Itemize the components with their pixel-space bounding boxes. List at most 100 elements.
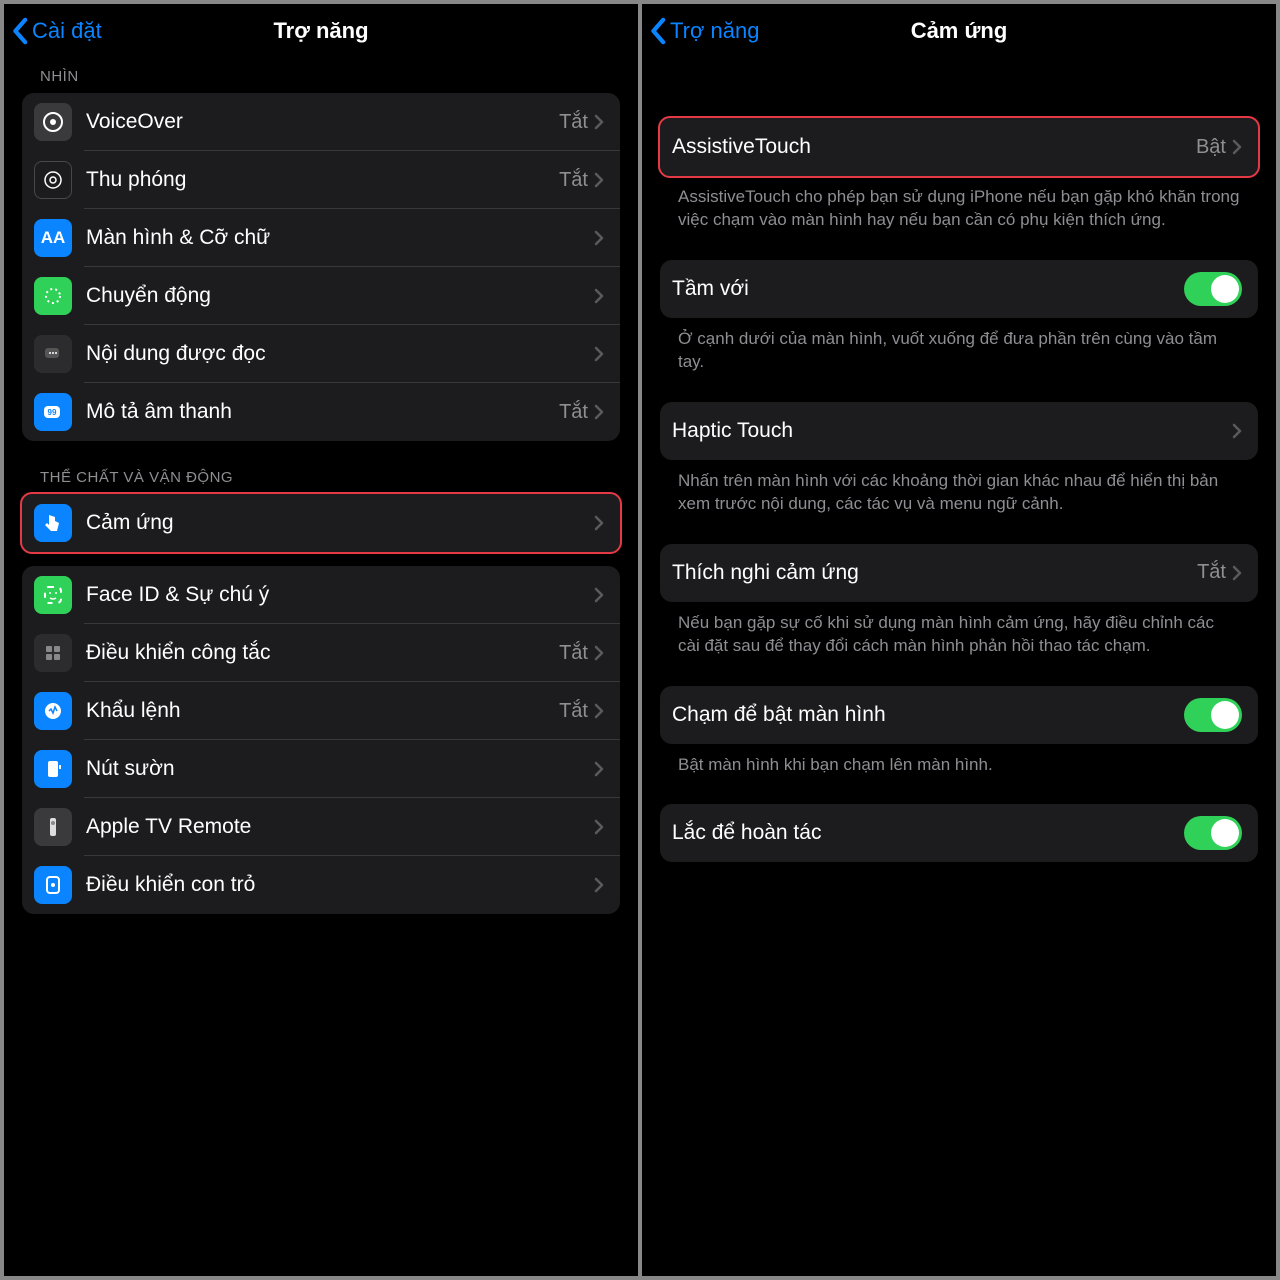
row-sidebutton[interactable]: Nút sườn <box>22 740 620 798</box>
shake-group: Lắc để hoàn tác <box>660 804 1258 862</box>
chevron-right-icon <box>1232 139 1242 155</box>
chevron-right-icon <box>1232 565 1242 581</box>
audio-description-icon: 99 <box>34 393 72 431</box>
tapwake-toggle[interactable] <box>1184 698 1242 732</box>
row-switch[interactable]: Điều khiển công tắc Tắt <box>22 624 620 682</box>
row-label: Thu phóng <box>86 168 559 192</box>
physical-group: Face ID & Sự chú ý Điều khiển công tắc T… <box>22 566 620 914</box>
chevron-right-icon <box>594 819 604 835</box>
row-value: Bật <box>1196 136 1226 159</box>
row-voiceover[interactable]: VoiceOver Tắt <box>22 93 620 151</box>
row-value: Tắt <box>559 401 588 424</box>
spoken-icon <box>34 335 72 373</box>
row-display[interactable]: AA Màn hình & Cỡ chữ <box>22 209 620 267</box>
faceid-icon <box>34 576 72 614</box>
back-button[interactable]: Cài đặt <box>12 17 102 45</box>
row-label: Điều khiển công tắc <box>86 641 559 665</box>
row-label: Màn hình & Cỡ chữ <box>86 226 594 250</box>
row-voicecontrol[interactable]: Khẩu lệnh Tắt <box>22 682 620 740</box>
display-icon: AA <box>34 219 72 257</box>
nav-bar: Cài đặt Trợ năng <box>4 4 638 58</box>
row-label: Apple TV Remote <box>86 815 594 839</box>
row-label: AssistiveTouch <box>672 135 1196 159</box>
zoom-icon <box>34 161 72 199</box>
chevron-right-icon <box>594 288 604 304</box>
back-label: Cài đặt <box>32 18 102 44</box>
accommodations-description: Nếu bạn gặp sự cố khi sử dụng màn hình c… <box>660 602 1258 658</box>
row-pointer[interactable]: Điều khiển con trỏ <box>22 856 620 914</box>
touch-icon <box>34 504 72 542</box>
scroll-content[interactable]: AssistiveTouch Bật AssistiveTouch cho ph… <box>642 58 1276 1276</box>
assistivetouch-group-highlighted: AssistiveTouch Bật <box>658 116 1260 178</box>
row-value: Tắt <box>559 111 588 134</box>
chevron-right-icon <box>594 645 604 661</box>
row-label: Lắc để hoàn tác <box>672 821 1184 845</box>
row-accommodations[interactable]: Thích nghi cảm ứng Tắt <box>660 544 1258 602</box>
appletv-remote-icon <box>34 808 72 846</box>
row-assistivetouch[interactable]: AssistiveTouch Bật <box>660 118 1258 176</box>
chevron-right-icon <box>594 761 604 777</box>
row-audiodesc[interactable]: 99 Mô tả âm thanh Tắt <box>22 383 620 441</box>
reachability-toggle[interactable] <box>1184 272 1242 306</box>
row-value: Tắt <box>559 169 588 192</box>
row-label: Thích nghi cảm ứng <box>672 561 1197 585</box>
row-label: Điều khiển con trỏ <box>86 873 594 897</box>
row-faceid[interactable]: Face ID & Sự chú ý <box>22 566 620 624</box>
row-haptic[interactable]: Haptic Touch <box>660 402 1258 460</box>
section-header-physical: THỂ CHẤT VÀ VẬN ĐỘNG <box>22 441 620 494</box>
row-label: Nội dung được đọc <box>86 342 594 366</box>
reachability-group: Tầm với <box>660 260 1258 318</box>
svg-text:99: 99 <box>48 408 57 417</box>
row-label: Mô tả âm thanh <box>86 400 559 424</box>
accommodations-group: Thích nghi cảm ứng Tắt <box>660 544 1258 602</box>
tapwake-group: Chạm để bật màn hình <box>660 686 1258 744</box>
chevron-right-icon <box>594 703 604 719</box>
row-label: Face ID & Sự chú ý <box>86 583 594 607</box>
row-value: Tắt <box>1197 561 1226 584</box>
row-motion[interactable]: Chuyển động <box>22 267 620 325</box>
chevron-right-icon <box>594 515 604 531</box>
chevron-right-icon <box>1232 423 1242 439</box>
side-button-icon <box>34 750 72 788</box>
touch-group-highlighted: Cảm ứng <box>20 492 622 554</box>
voice-control-icon <box>34 692 72 730</box>
shake-toggle[interactable] <box>1184 816 1242 850</box>
row-value: Tắt <box>559 700 588 723</box>
touch-screen: Trợ năng Cảm ứng AssistiveTouch Bật Assi… <box>642 4 1276 1276</box>
row-shake[interactable]: Lắc để hoàn tác <box>660 804 1258 862</box>
tapwake-description: Bật màn hình khi bạn chạm lên màn hình. <box>660 744 1258 777</box>
row-label: Chuyển động <box>86 284 594 308</box>
haptic-description: Nhấn trên màn hình với các khoảng thời g… <box>660 460 1258 516</box>
row-spoken[interactable]: Nội dung được đọc <box>22 325 620 383</box>
row-label: VoiceOver <box>86 110 559 134</box>
haptic-group: Haptic Touch <box>660 402 1258 460</box>
vision-group: VoiceOver Tắt Thu phóng Tắt AA Màn hình … <box>22 93 620 441</box>
chevron-right-icon <box>594 877 604 893</box>
row-appletv[interactable]: Apple TV Remote <box>22 798 620 856</box>
section-header-vision: NHÌN <box>22 58 620 93</box>
chevron-right-icon <box>594 404 604 420</box>
chevron-left-icon <box>12 17 30 45</box>
row-value: Tắt <box>559 642 588 665</box>
row-label: Chạm để bật màn hình <box>672 703 1184 727</box>
chevron-right-icon <box>594 346 604 362</box>
scroll-content[interactable]: NHÌN VoiceOver Tắt Thu phóng Tắt AA <box>4 58 638 1276</box>
switch-control-icon <box>34 634 72 672</box>
row-reachability[interactable]: Tầm với <box>660 260 1258 318</box>
pointer-control-icon <box>34 866 72 904</box>
row-label: Nút sườn <box>86 757 594 781</box>
back-button[interactable]: Trợ năng <box>650 17 759 45</box>
nav-bar: Trợ năng Cảm ứng <box>642 4 1276 58</box>
chevron-right-icon <box>594 230 604 246</box>
row-tapwake[interactable]: Chạm để bật màn hình <box>660 686 1258 744</box>
row-zoom[interactable]: Thu phóng Tắt <box>22 151 620 209</box>
row-touch[interactable]: Cảm ứng <box>22 494 620 552</box>
chevron-right-icon <box>594 172 604 188</box>
accessibility-screen: Cài đặt Trợ năng NHÌN VoiceOver Tắt Thu … <box>4 4 638 1276</box>
assistivetouch-description: AssistiveTouch cho phép bạn sử dụng iPho… <box>660 176 1258 232</box>
back-label: Trợ năng <box>670 18 759 44</box>
motion-icon <box>34 277 72 315</box>
chevron-left-icon <box>650 17 668 45</box>
voiceover-icon <box>34 103 72 141</box>
row-label: Haptic Touch <box>672 419 1232 443</box>
